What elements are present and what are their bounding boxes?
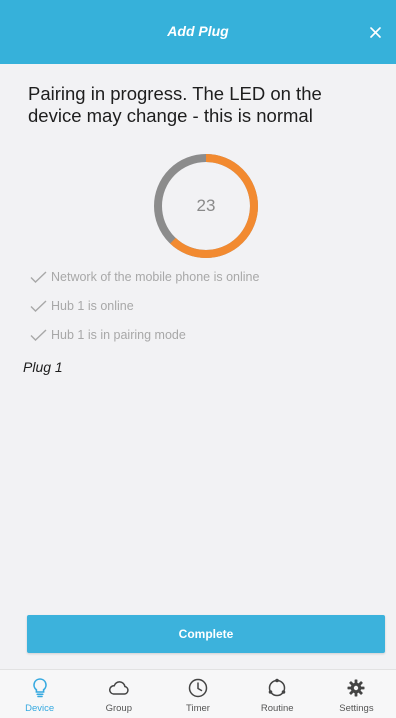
tab-routine[interactable]: Routine: [238, 670, 317, 718]
bottom-tab-bar: Device Group Timer Routine Settings: [0, 669, 396, 718]
tab-settings[interactable]: Settings: [317, 670, 396, 718]
check-item-network: Network of the mobile phone is online: [30, 262, 259, 291]
check-item-label: Hub 1 is online: [51, 298, 134, 313]
clock-icon: [188, 678, 208, 698]
pairing-checklist: Network of the mobile phone is online Hu…: [30, 262, 259, 349]
complete-button[interactable]: Complete: [27, 615, 385, 653]
check-item-label: Network of the mobile phone is online: [51, 269, 260, 284]
app-header: Add Plug: [0, 0, 396, 64]
tab-label: Group: [105, 703, 132, 714]
tab-timer[interactable]: Timer: [158, 670, 237, 718]
tab-label: Settings: [339, 703, 374, 714]
check-item-label: Hub 1 is in pairing mode: [51, 327, 186, 342]
close-icon: [369, 26, 381, 38]
check-item-hub-online: Hub 1 is online: [30, 291, 259, 320]
device-name: Plug 1: [23, 359, 63, 375]
checkmark-icon: [30, 270, 47, 283]
tab-device[interactable]: Device: [0, 670, 79, 718]
tab-label: Device: [25, 703, 55, 714]
tab-label: Timer: [186, 703, 210, 714]
pairing-progress-ring: 23: [150, 150, 262, 262]
gear-icon: [347, 679, 365, 697]
close-button[interactable]: [364, 21, 386, 43]
header-title: Add Plug: [167, 23, 229, 39]
routine-icon: [268, 678, 286, 697]
pairing-status-message: Pairing in progress. The LED on the devi…: [28, 83, 322, 126]
lightbulb-icon: [32, 678, 47, 698]
checkmark-icon: [30, 299, 47, 312]
tab-label: Routine: [260, 703, 294, 714]
tab-group[interactable]: Group: [79, 670, 158, 718]
countdown-value: 23: [196, 196, 216, 215]
check-item-hub-pairing: Hub 1 is in pairing mode: [30, 320, 259, 349]
checkmark-icon: [30, 328, 47, 341]
cloud-icon: [108, 681, 129, 695]
